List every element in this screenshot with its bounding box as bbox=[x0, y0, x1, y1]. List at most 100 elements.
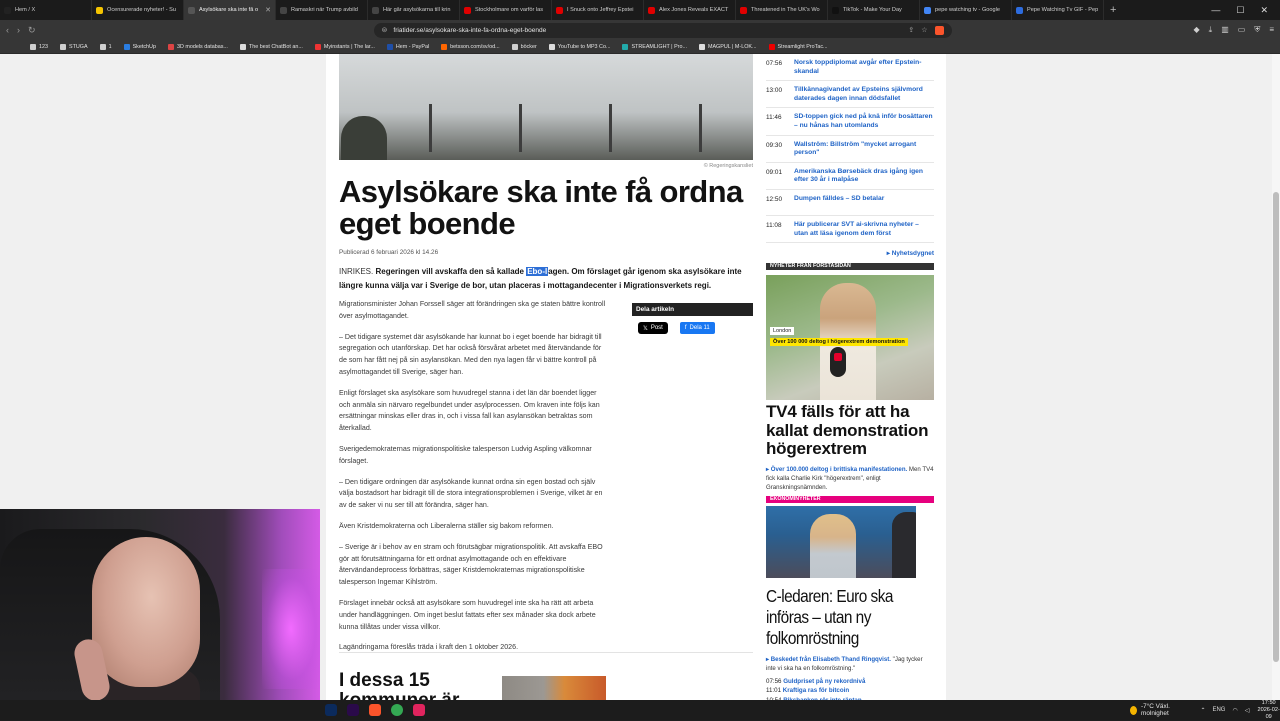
volume-icon[interactable]: ◁ bbox=[1245, 707, 1250, 714]
chrome-icon[interactable] bbox=[391, 704, 403, 716]
brave-icon[interactable] bbox=[369, 704, 381, 716]
x-post-button[interactable]: 𝕏 Post bbox=[638, 322, 668, 334]
tv4-story-link[interactable]: ▸ Över 100.000 deltog i brittiska manife… bbox=[766, 466, 907, 473]
tab-favicon-icon bbox=[556, 6, 563, 14]
browser-tab[interactable]: Alex Jones Reveals EXACT bbox=[644, 0, 736, 20]
browser-tab[interactable]: Ramaskri när Trump avbild bbox=[276, 0, 368, 20]
share-icon[interactable]: ⇪ bbox=[908, 26, 914, 35]
tray-chevron-icon[interactable]: ⌃ bbox=[1200, 707, 1205, 714]
nyhetsdygnet-link[interactable]: ▸ Nyhetsdygnet bbox=[766, 249, 934, 257]
news-link[interactable]: SD-toppen gick ned på knä inför bosättar… bbox=[794, 112, 934, 130]
mini-link[interactable]: Guldpriset på ny rekordnivå bbox=[783, 678, 865, 685]
site-info-icon[interactable]: ⊜ bbox=[382, 26, 388, 34]
news-item[interactable]: 13:00 Tillkännagivandet av Epsteins själv… bbox=[766, 81, 934, 109]
browser-tab[interactable]: Stockholmare om varför las bbox=[460, 0, 552, 20]
economy-mini-list: 07:56 Guldpriset på ny rekordnivå 11:01 K… bbox=[766, 677, 934, 700]
news-link[interactable]: Amerikanska Børsebäck dras igång igen ef… bbox=[794, 167, 934, 185]
close-window-icon[interactable]: ✕ bbox=[1260, 5, 1268, 16]
news-item[interactable]: 12:50 Dumpen fälldes – SD betalar bbox=[766, 190, 934, 216]
new-tab-button[interactable]: + bbox=[1110, 4, 1116, 16]
news-item[interactable]: 07:56 Norsk toppdiplomat avgår efter Epst… bbox=[766, 54, 934, 82]
maximize-icon[interactable]: ☐ bbox=[1236, 5, 1244, 16]
back-icon[interactable]: ‹ bbox=[6, 25, 9, 35]
url-text[interactable]: friatider.se/asylsokare-ska-inte-fa-ordn… bbox=[393, 27, 546, 34]
selected-text[interactable]: Ebo-l bbox=[526, 267, 549, 276]
vpn-icon[interactable]: ⛨ bbox=[1254, 25, 1260, 35]
news-link[interactable]: Här publicerar SVT ai-skrivna nyheter – … bbox=[794, 220, 934, 238]
download-icon[interactable]: ⤓ bbox=[1209, 25, 1213, 35]
facebook-share-button[interactable]: f Dela 11 bbox=[679, 322, 715, 334]
bookmark-item[interactable]: Streamlight ProTac... bbox=[768, 43, 828, 50]
mini-link[interactable]: Kraftiga ras för bitcoin bbox=[783, 687, 849, 694]
tab-strip: Hem / X Ocensurerade nyheter! - Su Asylsök… bbox=[0, 0, 1104, 20]
bookmark-item[interactable]: SketchUp bbox=[123, 43, 156, 50]
bookmark-item[interactable]: STREAMLIGHT | Pro... bbox=[622, 43, 687, 50]
tab-close-icon[interactable]: ✕ bbox=[265, 6, 271, 14]
bookmark-item[interactable]: böcker bbox=[511, 43, 537, 50]
extension-icon[interactable]: ◆ bbox=[1194, 25, 1200, 35]
bookmark-label: MAGPUL | M-LOK... bbox=[707, 43, 757, 50]
browser-tab[interactable]: Asylsökare ska inte få o ✕ bbox=[184, 0, 276, 20]
economy-story-link[interactable]: ▸ Beskedet från Elisabeth Thand Ringqvis… bbox=[766, 656, 891, 663]
news-item[interactable]: 11:46 SD-toppen gick ned på knä inför bos… bbox=[766, 108, 934, 136]
forward-icon[interactable]: › bbox=[17, 25, 20, 35]
bookmark-item[interactable]: STUGA bbox=[60, 43, 88, 50]
bookmark-item[interactable]: 3D models databas... bbox=[167, 43, 228, 50]
article-lead: INRIKES. Regeringen vill avskaffa den så… bbox=[339, 265, 747, 292]
wallet-icon[interactable]: ▭ bbox=[1238, 25, 1246, 35]
bookmark-item[interactable]: 1 bbox=[99, 43, 112, 50]
news-link[interactable]: Norsk toppdiplomat avgår efter Epstein-s… bbox=[794, 58, 934, 76]
bookmark-item[interactable]: Hem - PayPal bbox=[386, 43, 429, 50]
share-box: Dela artikeln 𝕏 Post f Dela 11 bbox=[632, 303, 753, 343]
next-article-image[interactable] bbox=[502, 676, 606, 700]
system-tray: ⌃ ENG ◠ ◁ bbox=[1200, 707, 1249, 714]
browser-tab[interactable]: Ocensurerade nyheter! - Su bbox=[92, 0, 184, 20]
bookmark-item[interactable]: The best ChatBot an... bbox=[239, 43, 303, 50]
weather-widget[interactable]: -7°C Växl. molnighet bbox=[1130, 703, 1186, 717]
bookmark-item[interactable]: 123 bbox=[30, 43, 48, 50]
news-link[interactable]: Dumpen fälldes – SD betalar bbox=[794, 194, 884, 211]
bookmark-item[interactable]: YouTube to MP3 Co... bbox=[548, 43, 610, 50]
bookmark-item[interactable]: betsson.com/sv/od... bbox=[441, 43, 500, 50]
wifi-icon[interactable]: ◠ bbox=[1232, 707, 1237, 714]
bookmark-item[interactable]: MAGPUL | M-LOK... bbox=[698, 43, 757, 50]
economy-story-summary: ▸ Beskedet från Elisabeth Thand Ringqvis… bbox=[766, 655, 923, 672]
news-link[interactable]: Tillkännagivandet av Epsteins självmord … bbox=[794, 85, 934, 103]
news-item[interactable]: 11:08 Här publicerar SVT ai-skrivna nyhet… bbox=[766, 216, 934, 244]
news-item[interactable]: 09:01 Amerikanska Børsebäck dras igång ig… bbox=[766, 163, 934, 190]
extensions-area: ◆ ⤓ ▥ ▭ ⛨ ≡ bbox=[1194, 25, 1275, 35]
sidebar-icon[interactable]: ▥ bbox=[1221, 25, 1229, 35]
menu-icon[interactable]: ≡ bbox=[1269, 25, 1274, 35]
economy-story-image[interactable] bbox=[766, 505, 916, 578]
news-link[interactable]: Wallström: Billström "mycket arrogant pe… bbox=[794, 140, 934, 158]
economy-story-headline[interactable]: C-ledaren: Euro ska införas – utan ny fo… bbox=[766, 586, 933, 649]
brave-shield-icon[interactable] bbox=[934, 25, 944, 35]
clock[interactable]: 17:50 2026-02-09 bbox=[1257, 700, 1280, 721]
bookmark-star-icon[interactable]: ☆ bbox=[921, 26, 927, 35]
browser-tab[interactable]: I Snuck onto Jeffrey Epstei bbox=[552, 0, 644, 20]
browser-toolbar: ‹ › ↻ ⊜ friatider.se/asylsokare-ska-inte… bbox=[0, 20, 1280, 40]
reload-icon[interactable]: ↻ bbox=[28, 25, 36, 36]
browser-tab[interactable]: Pepe Watching Tv GIF - Pep bbox=[1012, 0, 1104, 20]
bookmark-label: 1 bbox=[108, 43, 112, 50]
bookmark-item[interactable]: Myinstants | The lar... bbox=[314, 43, 375, 50]
lang-indicator[interactable]: ENG bbox=[1212, 707, 1225, 713]
economy-mini-item[interactable]: 07:56 Guldpriset på ny rekordnivå bbox=[766, 677, 934, 687]
economy-mini-item[interactable]: 11:01 Kraftiga ras för bitcoin bbox=[766, 686, 934, 696]
tv4-story-image[interactable]: London Över 100 000 deltog i högerextrem… bbox=[766, 275, 934, 401]
browser-tab[interactable]: Här går asylsökarna till krin bbox=[368, 0, 460, 20]
browser-tab[interactable]: Hem / X bbox=[0, 0, 92, 20]
browser-tab[interactable]: pepe watching tv - Google bbox=[920, 0, 1012, 20]
photoshop-icon[interactable] bbox=[325, 704, 337, 716]
browser-tab[interactable]: TikTok - Make Your Day bbox=[828, 0, 920, 20]
app-icon[interactable] bbox=[413, 704, 425, 716]
news-item[interactable]: 09:30 Wallström: Billström "mycket arroga… bbox=[766, 136, 934, 163]
page-scrollbar[interactable] bbox=[1272, 54, 1280, 700]
minimize-icon[interactable]: — bbox=[1211, 5, 1220, 16]
browser-tab[interactable]: Threatened in The UK's Wo bbox=[736, 0, 828, 20]
tv4-story-headline[interactable]: TV4 fälls för att ha kallat demonstratio… bbox=[766, 402, 934, 459]
scrollbar-thumb[interactable] bbox=[1273, 192, 1279, 662]
next-article-headline[interactable]: I dessa 15 kommuner är bbox=[339, 671, 489, 701]
address-bar[interactable]: ⊜ friatider.se/asylsokare-ska-inte-fa-or… bbox=[373, 22, 952, 38]
premiere-icon[interactable] bbox=[347, 704, 359, 716]
